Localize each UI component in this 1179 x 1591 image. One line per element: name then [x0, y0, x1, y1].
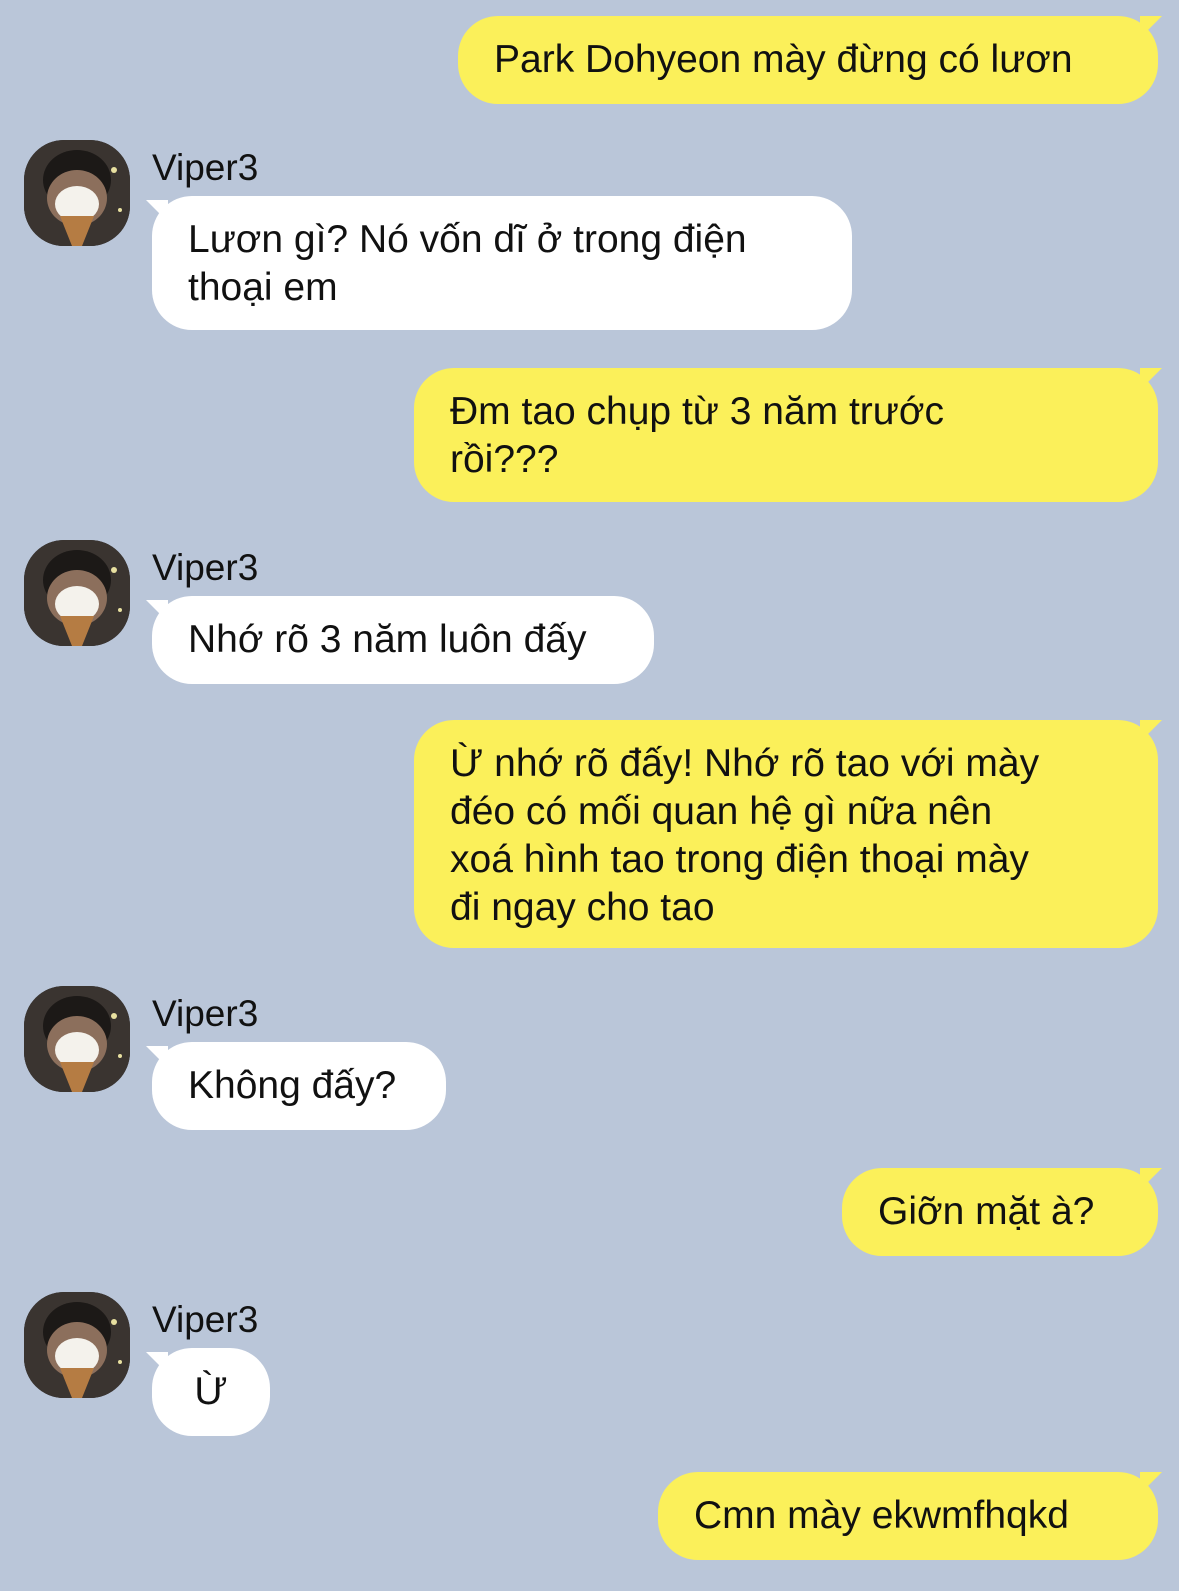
avatar-photo-icon[interactable]: [24, 1292, 130, 1398]
message-bubble-incoming[interactable]: Lươn gì? Nó vốn dĩ ở trong điện thoại em: [152, 196, 852, 330]
bubble-tail: [146, 1352, 168, 1374]
avatar-photo-icon[interactable]: [24, 540, 130, 646]
sender-name: Viper3: [152, 147, 259, 188]
message-bubble-incoming[interactable]: Không đấy?: [152, 1042, 446, 1130]
sender-name: Viper3: [152, 993, 259, 1034]
chat-thread[interactable]: Park Dohyeon mày đừng có lươn Viper3 Lươ…: [0, 0, 1179, 1591]
bubble-tail: [146, 1046, 168, 1068]
bubble-tail: [1140, 1168, 1162, 1190]
message-bubble-outgoing[interactable]: Ừ nhớ rõ đấy! Nhớ rõ tao với mày đéo có …: [414, 720, 1158, 948]
bubble-tail: [1140, 720, 1162, 742]
message-bubble-outgoing[interactable]: Cmn mày ekwmfhqkd: [658, 1472, 1158, 1560]
bubble-tail: [1140, 16, 1162, 38]
avatar-photo-icon[interactable]: [24, 140, 130, 246]
bubble-tail: [1140, 1472, 1162, 1494]
bubble-tail: [1140, 368, 1162, 390]
message-bubble-incoming[interactable]: Nhớ rõ 3 năm luôn đấy: [152, 596, 654, 684]
sender-name: Viper3: [152, 1299, 259, 1340]
bubble-tail: [146, 600, 168, 622]
bubble-tail: [146, 200, 168, 222]
message-bubble-outgoing[interactable]: Park Dohyeon mày đừng có lươn: [458, 16, 1158, 104]
message-bubble-outgoing[interactable]: Đm tao chụp từ 3 năm trước rồi???: [414, 368, 1158, 502]
message-bubble-incoming[interactable]: Ừ: [152, 1348, 270, 1436]
message-bubble-outgoing[interactable]: Giỡn mặt à?: [842, 1168, 1158, 1256]
sender-name: Viper3: [152, 547, 259, 588]
avatar-photo-icon[interactable]: [24, 986, 130, 1092]
